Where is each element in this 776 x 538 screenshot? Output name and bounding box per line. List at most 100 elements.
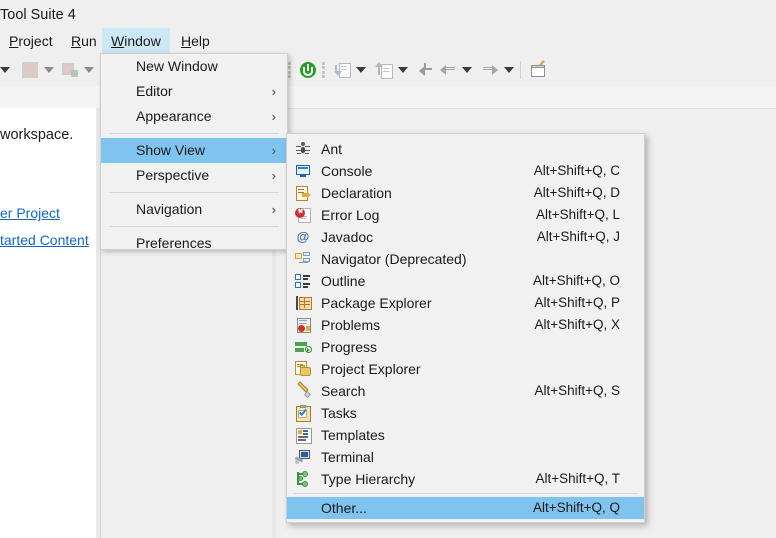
project-explorer-icon <box>295 361 311 377</box>
submenu-item-templates[interactable]: Templates <box>287 424 644 446</box>
submenu-item-label: Other... <box>321 500 367 516</box>
back-pointer-button[interactable] <box>418 54 434 86</box>
submenu-item-shortcut: Alt+Shift+Q, S <box>534 383 620 398</box>
window-menu: New Window Editor › Appearance › Show Vi… <box>100 53 288 251</box>
submenu-item-label: Console <box>321 163 373 179</box>
chevron-right-icon: › <box>271 202 276 217</box>
arrow-right-icon <box>482 62 498 78</box>
dropdown-caret-1[interactable] <box>0 54 10 86</box>
submenu-item-label: Tasks <box>321 405 357 421</box>
menu-item-show-view[interactable]: Show View › <box>101 138 287 163</box>
submenu-item-shortcut: Alt+Shift+Q, C <box>533 163 620 178</box>
chevron-down-icon <box>462 67 472 73</box>
submenu-item-shortcut: Alt+Shift+Q, Q <box>532 500 620 515</box>
menubar-item-window[interactable]: Window <box>102 28 170 54</box>
menubar-item-help-label: elp <box>191 33 210 49</box>
chevron-down-icon <box>44 67 54 73</box>
stop-icon <box>22 62 38 78</box>
run-button[interactable] <box>300 54 316 86</box>
stop-button[interactable] <box>22 54 38 86</box>
submenu-item-label: Search <box>321 383 366 399</box>
chevron-down-icon <box>398 67 408 73</box>
dropdown-caret-5[interactable] <box>398 54 408 86</box>
submenu-item-shortcut: Alt+Shift+Q, J <box>536 229 620 244</box>
menu-item-label: Perspective <box>136 167 210 183</box>
submenu-item-declaration[interactable]: Declaration Alt+Shift+Q, D <box>287 182 644 204</box>
toolbar-separator <box>520 54 521 86</box>
step-into-icon <box>334 62 351 78</box>
menu-item-label: Editor <box>136 83 173 99</box>
welcome-link-project[interactable]: er Project <box>0 203 100 223</box>
menu-item-new-window[interactable]: New Window <box>101 54 287 79</box>
new-editor-icon <box>530 60 546 78</box>
submenu-item-label: Declaration <box>321 185 392 201</box>
submenu-item-navigator[interactable]: Navigator (Deprecated) <box>287 248 644 270</box>
submenu-item-label: Project Explorer <box>321 361 421 377</box>
step-out-button[interactable] <box>375 54 393 86</box>
submenu-item-console[interactable]: Console Alt+Shift+Q, C <box>287 160 644 182</box>
menubar-item-help[interactable]: Help <box>172 28 219 54</box>
gripper-icon <box>288 62 291 78</box>
chevron-right-icon: › <box>271 168 276 183</box>
submenu-item-javadoc[interactable]: @ Javadoc Alt+Shift+Q, J <box>287 226 644 248</box>
menu-item-preferences[interactable]: Preferences <box>101 231 287 256</box>
submenu-item-label: Progress <box>321 339 378 355</box>
submenu-item-outline[interactable]: Outline Alt+Shift+Q, O <box>287 270 644 292</box>
submenu-item-error-log[interactable]: Error Log Alt+Shift+Q, L <box>287 204 644 226</box>
step-out-icon <box>375 62 393 79</box>
submenu-item-label: Templates <box>321 427 385 443</box>
menu-separator <box>109 226 279 227</box>
toolbar-gripper-2[interactable] <box>288 54 291 86</box>
dropdown-caret-7[interactable] <box>504 54 514 86</box>
submenu-item-project-explorer[interactable]: Project Explorer <box>287 358 644 380</box>
forward-button[interactable] <box>482 54 498 86</box>
menu-item-appearance[interactable]: Appearance › <box>101 104 287 129</box>
declaration-icon <box>295 185 311 201</box>
submenu-item-label: Package Explorer <box>321 295 432 311</box>
chevron-down-icon <box>0 67 10 73</box>
new-editor-button[interactable] <box>530 54 546 86</box>
submenu-item-label: Navigator (Deprecated) <box>321 251 467 267</box>
submenu-item-progress[interactable]: Progress <box>287 336 644 358</box>
menubar-item-run-label: un <box>81 33 97 49</box>
submenu-item-type-hierarchy[interactable]: Type Hierarchy Alt+Shift+Q, T <box>287 468 644 490</box>
chevron-down-icon <box>84 67 94 73</box>
submenu-item-package-explorer[interactable]: Package Explorer Alt+Shift+Q, P <box>287 292 644 314</box>
submenu-item-label: Error Log <box>321 207 380 223</box>
menu-item-editor[interactable]: Editor › <box>101 79 287 104</box>
menu-item-label: Appearance <box>136 108 212 124</box>
welcome-link-started-content[interactable]: tarted Content <box>0 230 100 250</box>
submenu-item-shortcut: Alt+Shift+Q, X <box>534 317 620 332</box>
type-hierarchy-icon <box>295 471 311 487</box>
toolbar-gripper-3[interactable] <box>322 54 325 86</box>
submenu-item-search[interactable]: Search Alt+Shift+Q, S <box>287 380 644 402</box>
submenu-item-ant[interactable]: Ant <box>287 138 644 160</box>
submenu-separator <box>293 493 638 494</box>
submenu-item-tasks[interactable]: Tasks <box>287 402 644 424</box>
menu-item-navigation[interactable]: Navigation › <box>101 197 287 222</box>
dropdown-caret-4[interactable] <box>356 54 366 86</box>
submenu-item-shortcut: Alt+Shift+Q, L <box>535 207 620 222</box>
submenu-item-problems[interactable]: Problems Alt+Shift+Q, X <box>287 314 644 336</box>
dropdown-caret-2[interactable] <box>44 54 54 86</box>
menu-item-perspective[interactable]: Perspective › <box>101 163 287 188</box>
search-icon <box>295 381 312 399</box>
back-button[interactable] <box>440 54 456 86</box>
submenu-item-label: Outline <box>321 273 366 289</box>
submenu-item-terminal[interactable]: Terminal <box>287 446 644 468</box>
dropdown-caret-6[interactable] <box>462 54 472 86</box>
dropdown-caret-3[interactable] <box>84 54 94 86</box>
menubar-item-window-label: indow <box>124 33 161 49</box>
menu-separator <box>109 192 279 193</box>
submenu-item-other[interactable]: Other... Alt+Shift+Q, Q <box>287 497 644 519</box>
templates-icon <box>295 427 312 444</box>
error-log-icon <box>295 207 311 223</box>
menu-item-label: Show View <box>136 142 206 158</box>
step-into-button[interactable] <box>334 54 351 86</box>
problems-icon <box>295 317 311 333</box>
menubar-item-run[interactable]: Run <box>62 28 106 54</box>
menubar: Project Run Window Help <box>0 28 776 54</box>
chevron-right-icon: › <box>271 143 276 158</box>
menubar-item-project[interactable]: Project <box>0 28 62 54</box>
debug-button[interactable] <box>62 54 78 86</box>
